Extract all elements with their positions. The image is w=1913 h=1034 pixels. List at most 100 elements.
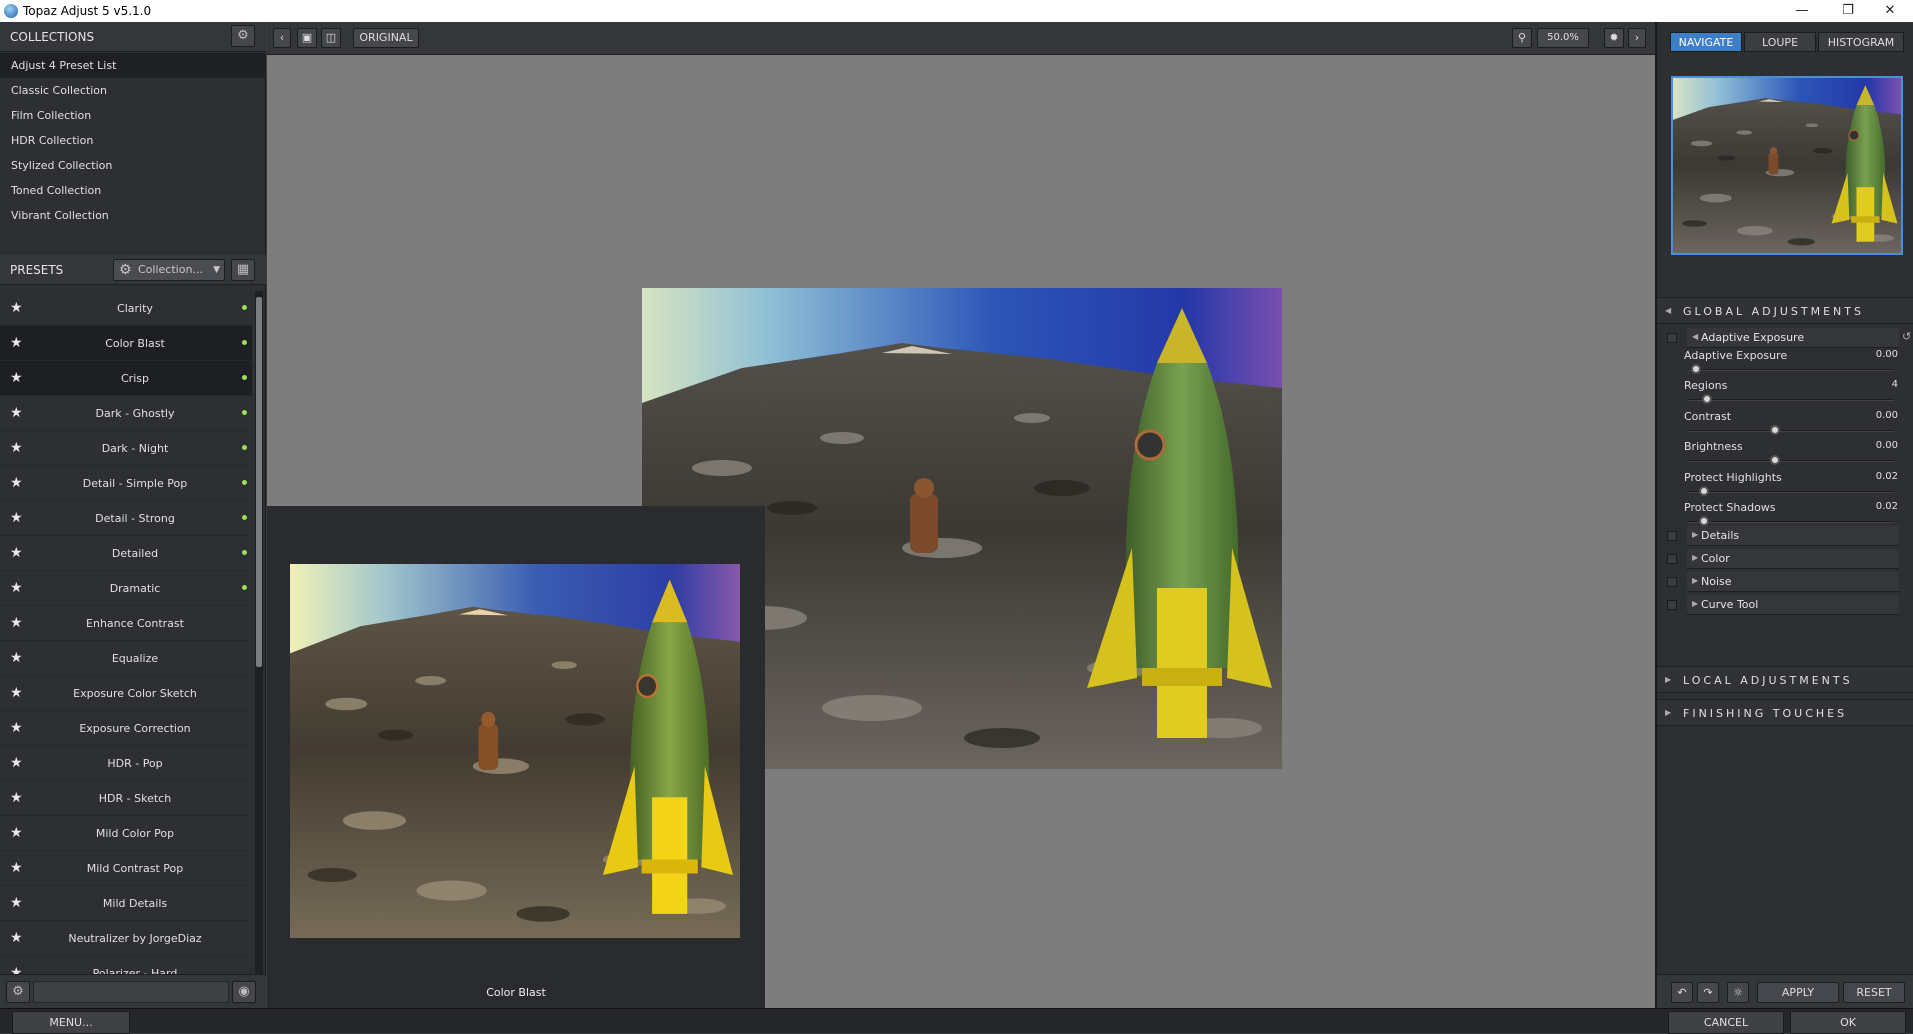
favorite-star-icon[interactable]: ★	[10, 615, 23, 631]
zoom-level[interactable]: 50.0%	[1537, 28, 1589, 48]
subgroup-checkbox[interactable]	[1667, 600, 1677, 610]
subgroup-checkbox[interactable]	[1667, 577, 1677, 587]
cancel-button[interactable]: CANCEL	[1668, 1011, 1784, 1034]
subgroup-checkbox[interactable]	[1667, 531, 1677, 541]
favorite-star-icon[interactable]: ★	[10, 720, 23, 736]
scrollbar-thumb[interactable]	[256, 297, 262, 667]
favorite-star-icon[interactable]: ★	[10, 405, 23, 421]
favorite-star-icon[interactable]: ★	[10, 895, 23, 911]
favorite-star-icon[interactable]: ★	[10, 580, 23, 596]
favorite-star-icon[interactable]: ★	[10, 545, 23, 561]
close-icon[interactable]: ✕	[1867, 0, 1913, 22]
slider-track[interactable]	[1688, 369, 1894, 371]
redo-icon[interactable]: ↷	[1697, 982, 1719, 1003]
slider-track[interactable]	[1688, 429, 1894, 432]
single-view-icon[interactable]: ▣	[297, 28, 317, 48]
slider-value[interactable]: 0.00	[1876, 410, 1898, 421]
slider-value[interactable]: 0.02	[1876, 501, 1898, 512]
collections-settings-gear-icon[interactable]: ⚙	[231, 25, 255, 47]
preset-item[interactable]: ★ Neutralizer by JorgeDiaz	[0, 921, 252, 956]
light-bulb-icon[interactable]: ✹	[1604, 28, 1624, 48]
split-view-icon[interactable]: ◫	[321, 28, 341, 48]
adjustment-subgroup[interactable]: ▶ Details	[1657, 525, 1913, 547]
favorite-star-icon[interactable]: ★	[10, 860, 23, 876]
subgroup-bar[interactable]: ▶ Color	[1687, 549, 1899, 569]
favorite-star-icon[interactable]: ★	[10, 335, 23, 351]
slider-track[interactable]	[1688, 460, 1894, 463]
slider-track[interactable]	[1688, 521, 1894, 523]
preset-item[interactable]: ★ Equalize	[0, 641, 252, 676]
tab-loupe[interactable]: LOUPE	[1744, 32, 1816, 52]
local-adjustments-header[interactable]: ▶ LOCAL ADJUSTMENTS	[1657, 666, 1913, 693]
slider-knob[interactable]	[1769, 424, 1780, 435]
collection-item[interactable]: Film Collection	[0, 103, 266, 128]
slider-track[interactable]	[1688, 490, 1894, 493]
preset-item[interactable]: ★ Clarity	[0, 291, 252, 326]
collection-item[interactable]: Stylized Collection	[0, 153, 266, 178]
collapse-left-icon[interactable]: ‹	[273, 28, 291, 48]
tab-histogram[interactable]: HISTOGRAM	[1818, 32, 1904, 52]
navigator-thumbnail[interactable]	[1671, 76, 1903, 255]
favorite-star-icon[interactable]: ★	[10, 510, 23, 526]
preset-item[interactable]: ★ Detailed	[0, 536, 252, 571]
favorite-star-icon[interactable]: ★	[10, 930, 23, 946]
favorite-star-icon[interactable]: ★	[10, 790, 23, 806]
subgroup-bar[interactable]: ▶ Noise	[1687, 572, 1899, 592]
adjustment-subgroup[interactable]: ▶ Noise	[1657, 571, 1913, 593]
slider-value[interactable]: 4	[1892, 379, 1898, 390]
favorite-star-icon[interactable]: ★	[10, 755, 23, 771]
preset-item[interactable]: ★ Mild Contrast Pop	[0, 851, 252, 886]
global-adjustments-header[interactable]: ◀ GLOBAL ADJUSTMENTS	[1657, 297, 1913, 324]
adaptive-exposure-group[interactable]: ◀ Adaptive Exposure ↺	[1657, 327, 1913, 349]
camera-icon[interactable]: ◉	[232, 981, 256, 1003]
preset-item[interactable]: ★ HDR - Sketch	[0, 781, 252, 816]
subgroup-bar[interactable]: ▶ Curve Tool	[1687, 595, 1899, 615]
favorite-star-icon[interactable]: ★	[10, 650, 23, 666]
preset-item[interactable]: ★ Enhance Contrast	[0, 606, 252, 641]
minimize-icon[interactable]: —	[1779, 0, 1825, 22]
ok-button[interactable]: OK	[1790, 1011, 1906, 1034]
collection-item[interactable]: Toned Collection	[0, 178, 266, 203]
slider-knob[interactable]	[1701, 394, 1712, 405]
slider-knob[interactable]	[1769, 455, 1780, 466]
tab-navigate[interactable]: NAVIGATE	[1670, 32, 1742, 52]
slider-track[interactable]	[1688, 399, 1894, 402]
slider-value[interactable]: 0.00	[1876, 349, 1898, 360]
apply-button[interactable]: APPLY	[1757, 982, 1839, 1003]
favorite-star-icon[interactable]: ★	[10, 370, 23, 386]
preset-item[interactable]: ★ Exposure Correction	[0, 711, 252, 746]
adjustment-subgroup[interactable]: ▶ Curve Tool	[1657, 594, 1913, 616]
image-canvas[interactable]: Color Blast	[267, 55, 1655, 1008]
undo-icon[interactable]: ↶	[1671, 982, 1693, 1003]
preset-item[interactable]: ★ Mild Details	[0, 886, 252, 921]
original-button[interactable]: ORIGINAL	[353, 28, 419, 48]
zoom-search-icon[interactable]: ⚲	[1512, 28, 1532, 48]
collection-item[interactable]: Adjust 4 Preset List	[0, 53, 266, 78]
finishing-touches-header[interactable]: ▶ FINISHING TOUCHES	[1657, 699, 1913, 726]
slider-knob[interactable]	[1699, 485, 1710, 496]
slider-knob[interactable]	[1691, 364, 1702, 374]
collection-item[interactable]: Classic Collection	[0, 78, 266, 103]
preset-item[interactable]: ★ Dark - Ghostly	[0, 396, 252, 431]
preset-item[interactable]: ★ Detail - Strong	[0, 501, 252, 536]
preset-item[interactable]: ★ HDR - Pop	[0, 746, 252, 781]
collection-item[interactable]: Vibrant Collection	[0, 203, 266, 228]
history-icon[interactable]: ☼	[1727, 982, 1749, 1003]
preset-item[interactable]: ★ Detail - Simple Pop	[0, 466, 252, 501]
favorite-star-icon[interactable]: ★	[10, 475, 23, 491]
favorite-star-icon[interactable]: ★	[10, 825, 23, 841]
collection-dropdown[interactable]: ⚙ Collection... ▼	[113, 259, 225, 281]
menu-button[interactable]: MENU...	[12, 1011, 130, 1034]
favorite-star-icon[interactable]: ★	[10, 685, 23, 701]
slider-value[interactable]: 0.00	[1876, 440, 1898, 451]
adaptive-exposure-bar[interactable]: ◀ Adaptive Exposure	[1687, 328, 1899, 348]
adaptive-exposure-checkbox[interactable]	[1667, 333, 1677, 343]
preset-item[interactable]: ★ Dramatic	[0, 571, 252, 606]
favorite-star-icon[interactable]: ★	[10, 440, 23, 456]
reset-button[interactable]: RESET	[1843, 982, 1905, 1003]
preset-item[interactable]: ★ Dark - Night	[0, 431, 252, 466]
collection-item[interactable]: HDR Collection	[0, 128, 266, 153]
preset-search-input[interactable]	[33, 981, 229, 1003]
reset-section-icon[interactable]: ↺	[1902, 330, 1911, 343]
preset-item[interactable]: ★ Crisp	[0, 361, 252, 396]
